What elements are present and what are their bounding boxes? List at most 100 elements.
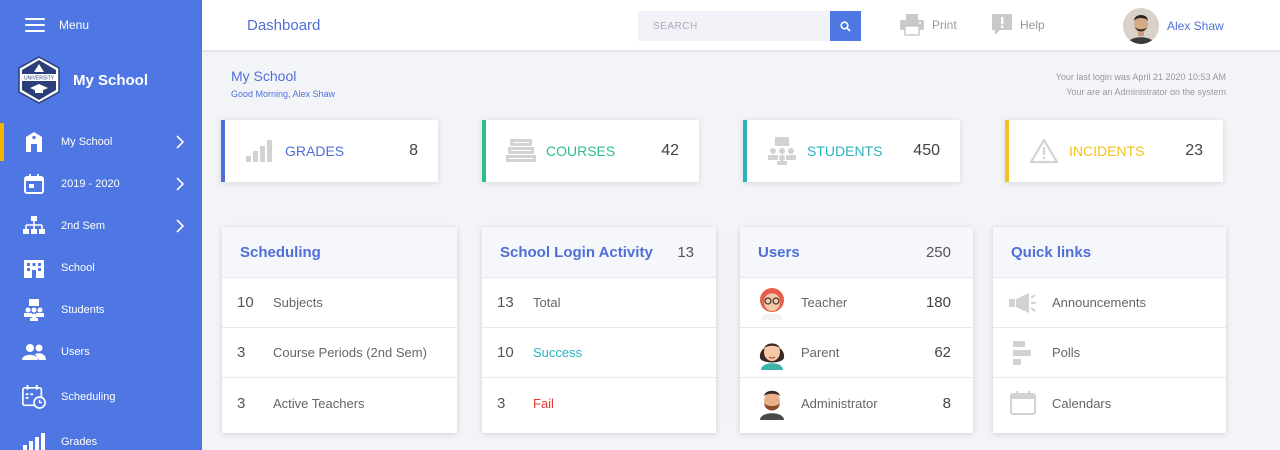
sidebar-item-label: Students: [61, 304, 105, 316]
item-count: 3: [237, 344, 246, 361]
quick-link-calendars[interactable]: Calendars: [993, 378, 1226, 428]
panel-title[interactable]: Scheduling: [240, 244, 321, 261]
item-value: 8: [942, 394, 951, 412]
stat-label: INCIDENTS: [1069, 143, 1145, 159]
quick-link-polls[interactable]: Polls: [993, 328, 1226, 378]
panel-title[interactable]: Users: [758, 244, 800, 261]
stat-card-students[interactable]: STUDENTS 450: [743, 120, 960, 182]
list-item[interactable]: Administrator 8: [740, 378, 973, 428]
stat-value: 8: [409, 142, 418, 159]
sidebar-item-label: Users: [61, 346, 90, 358]
chevron-right-icon: [176, 177, 185, 191]
quick-link-label: Polls: [1052, 345, 1081, 360]
login-activity-panel: School Login Activity 13 13 Total 10 Suc…: [482, 227, 716, 433]
item-label: Parent: [801, 345, 840, 360]
quick-link-label: Calendars: [1052, 395, 1112, 411]
item-count: 13: [497, 294, 514, 311]
item-count: 10: [237, 294, 254, 311]
greeting-text: Good Morning, Alex Shaw: [231, 89, 336, 99]
students-icon: [22, 298, 46, 322]
page-title: My School: [231, 68, 297, 84]
warning-icon: [1027, 136, 1061, 166]
printer-icon: [900, 14, 924, 36]
users-panel: Users 250 Teacher 180 Parent 62 Administ…: [740, 227, 973, 433]
calendar-icon: [22, 172, 46, 196]
list-item[interactable]: 3 Fail: [482, 378, 716, 428]
brand-name: My School: [73, 71, 149, 89]
item-value: 180: [925, 294, 951, 311]
stat-card-incidents[interactable]: INCIDENTS 23: [1005, 120, 1223, 182]
panel-header: School Login Activity 13: [482, 227, 716, 278]
print-label: Print: [932, 18, 957, 32]
sidebar: Menu UNIVERSITY My School My School 2019…: [0, 0, 202, 450]
panel-header: Users 250: [740, 227, 973, 278]
poll-icon: [1008, 340, 1038, 366]
university-logo-icon: UNIVERSITY: [18, 56, 60, 104]
item-label: Administrator: [801, 395, 878, 411]
search-button[interactable]: [830, 11, 861, 41]
sidebar-item-school[interactable]: School: [0, 247, 202, 289]
bar-chart-icon: [22, 430, 46, 450]
help-label: Help: [1020, 18, 1045, 32]
menu-toggle[interactable]: Menu: [0, 0, 202, 50]
panel-title[interactable]: School Login Activity: [500, 244, 653, 261]
print-button[interactable]: Print: [900, 14, 957, 36]
books-icon: [504, 136, 538, 166]
sidebar-item-label: 2nd Sem: [61, 220, 106, 232]
help-button[interactable]: Help: [992, 14, 1045, 36]
item-label: Teacher: [801, 295, 848, 310]
sidebar-item-scheduling[interactable]: Scheduling: [0, 373, 202, 421]
sidebar-item-label: 2019 - 2020: [61, 178, 120, 190]
stat-value: 42: [661, 142, 679, 159]
scheduling-panel: Scheduling 10 Subjects 3 Course Periods …: [222, 227, 457, 433]
sidebar-item-year[interactable]: 2019 - 2020: [0, 163, 202, 205]
item-label: Subjects: [273, 295, 323, 310]
users-icon: [22, 340, 46, 364]
stat-card-courses[interactable]: COURSES 42: [482, 120, 699, 182]
item-count: 3: [497, 394, 506, 412]
stat-label: STUDENTS: [807, 143, 883, 159]
list-item[interactable]: 13 Total: [482, 278, 716, 328]
panel-count: 250: [925, 243, 951, 261]
calendar-icon: [1008, 390, 1038, 416]
panel-title[interactable]: Quick links: [1011, 244, 1091, 261]
hierarchy-icon: [22, 214, 46, 238]
logo-text: UNIVERSITY: [24, 76, 55, 82]
list-item[interactable]: 3 Course Periods (2nd Sem): [222, 328, 457, 378]
item-label: Course Periods (2nd Sem): [273, 345, 427, 360]
login-info: Your last login was April 21 2020 10:53 …: [1056, 70, 1226, 100]
list-item[interactable]: Teacher 180: [740, 278, 973, 328]
item-label: Fail: [533, 395, 554, 411]
sidebar-item-grades[interactable]: Grades: [0, 421, 202, 450]
dashboard-title[interactable]: Dashboard: [247, 17, 320, 34]
sidebar-item-students[interactable]: Students: [0, 289, 202, 331]
list-item[interactable]: 3 Active Teachers: [222, 378, 457, 428]
sidebar-item-users[interactable]: Users: [0, 331, 202, 373]
students-icon: [765, 136, 799, 166]
teacher-avatar: [760, 287, 784, 320]
search-icon: [840, 20, 851, 32]
search-input[interactable]: [638, 11, 860, 41]
schedule-icon: [22, 385, 46, 409]
item-count: 3: [237, 394, 246, 412]
user-menu[interactable]: Alex Shaw: [1123, 8, 1224, 44]
list-item[interactable]: Parent 62: [740, 328, 973, 378]
help-icon: [992, 14, 1012, 35]
quick-link-label: Announcements: [1052, 295, 1146, 310]
quick-link-announcements[interactable]: Announcements: [993, 278, 1226, 328]
sidebar-item-my-school[interactable]: My School: [0, 121, 202, 163]
bar-chart-icon: [243, 136, 277, 166]
sidebar-item-semester[interactable]: 2nd Sem: [0, 205, 202, 247]
brand[interactable]: UNIVERSITY My School: [17, 56, 148, 104]
sidebar-nav: My School 2019 - 2020 2nd Sem School Stu…: [0, 121, 202, 450]
item-count: 10: [497, 344, 514, 361]
sidebar-item-label: My School: [61, 136, 113, 148]
stat-card-grades[interactable]: GRADES 8: [221, 120, 438, 182]
stat-label: GRADES: [285, 143, 345, 159]
chevron-right-icon: [176, 219, 185, 233]
avatar: [1123, 8, 1159, 44]
user-name: Alex Shaw: [1167, 19, 1224, 33]
list-item[interactable]: 10 Success: [482, 328, 716, 378]
sidebar-item-label: Grades: [61, 436, 98, 448]
list-item[interactable]: 10 Subjects: [222, 278, 457, 328]
